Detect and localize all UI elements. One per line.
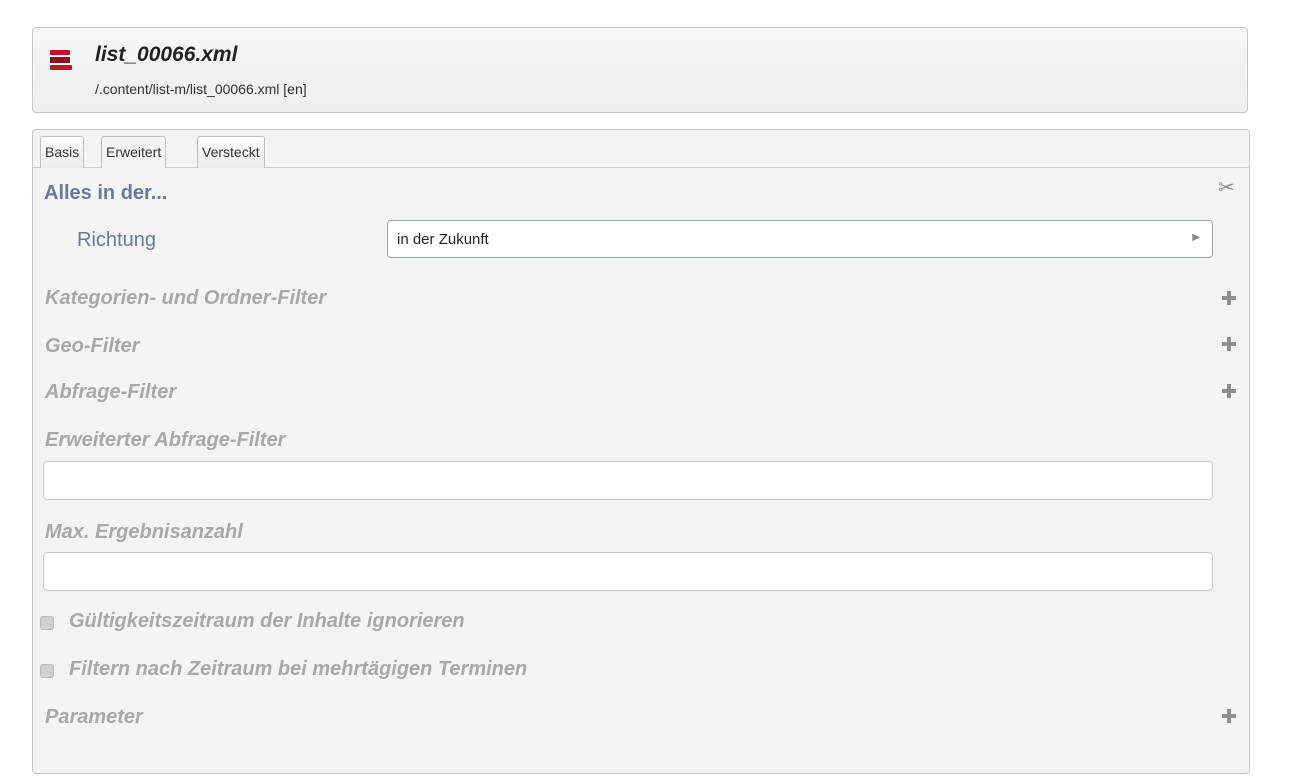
erweiterter-abfrage-filter-label: Erweiterter Abfrage-Filter (45, 429, 286, 451)
list-file-icon (50, 50, 72, 70)
tab-basis[interactable]: Basis (40, 136, 85, 168)
max-ergebnisanzahl-input[interactable] (43, 552, 1213, 591)
gueltigkeit-checkbox-label: Gültigkeitszeitraum der Inhalte ignorier… (69, 610, 465, 632)
add-kategorien-filter-icon[interactable] (1222, 291, 1236, 305)
resource-header: list_00066.xml /.content/list-m/list_000… (32, 27, 1248, 113)
richtung-label: Richtung (77, 229, 156, 251)
scissors-icon[interactable]: ✂ (1218, 175, 1235, 200)
max-ergebnisanzahl-label: Max. Ergebnisanzahl (45, 521, 243, 543)
add-parameter-icon[interactable] (1222, 709, 1236, 723)
abfrage-filter-label: Abfrage-Filter (45, 381, 177, 403)
tab-erweitert[interactable]: Erweitert (101, 136, 167, 168)
add-geo-filter-icon[interactable] (1222, 337, 1236, 351)
file-title: list_00066.xml (95, 43, 238, 66)
filtern-checkbox[interactable] (40, 664, 54, 678)
erweiterter-abfrage-filter-input[interactable] (43, 461, 1213, 500)
content-editor: Basis Erweitert Versteckt Alles in der..… (32, 129, 1250, 774)
filtern-checkbox-label: Filtern nach Zeitraum bei mehrtägigen Te… (69, 658, 528, 680)
section-title: Alles in der... (44, 182, 168, 204)
add-abfrage-filter-icon[interactable] (1222, 384, 1236, 398)
geo-filter-label: Geo-Filter (45, 335, 140, 357)
file-path: /.content/list-m/list_00066.xml [en] (95, 81, 307, 97)
kategorien-filter-label: Kategorien- und Ordner-Filter (45, 287, 327, 309)
parameter-label: Parameter (45, 706, 143, 728)
gueltigkeit-checkbox[interactable] (40, 616, 54, 630)
richtung-select[interactable]: in der Zukunft ▶ (387, 220, 1213, 258)
chevron-right-icon: ▶ (1192, 232, 1200, 243)
tab-versteckt[interactable]: Versteckt (197, 136, 265, 168)
richtung-select-value: in der Zukunft (397, 231, 489, 248)
tab-bar: Basis Erweitert Versteckt (33, 130, 1249, 168)
